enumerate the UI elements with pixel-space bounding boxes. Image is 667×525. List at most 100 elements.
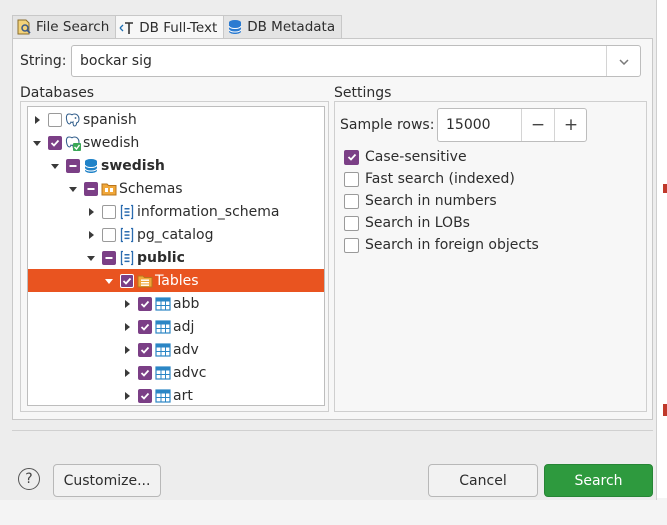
tree-node[interactable]: swedish [28,131,324,154]
tree-node-label: art [173,387,193,404]
option-checkbox[interactable] [344,149,359,165]
schema-icon [119,204,135,220]
settings-option[interactable]: Search in foreign objects [344,235,539,255]
expand-arrow-icon[interactable] [50,154,60,177]
expand-arrow-icon[interactable] [68,177,78,200]
option-label: Fast search (indexed) [365,171,515,187]
tree-node[interactable]: Tables [28,269,324,292]
expand-arrow-icon[interactable] [104,269,114,292]
tree-node-checkbox[interactable] [120,273,134,288]
schemas-folder-icon [101,181,117,197]
table-icon [155,319,171,335]
tree-node-checkbox[interactable] [84,181,98,196]
edge-marker [663,184,667,193]
string-dropdown-button[interactable] [606,46,640,76]
search-dialog: File Search DB Full-Text DB Metadata Str… [0,0,657,500]
tree-node-checkbox[interactable] [48,135,62,150]
option-checkbox[interactable] [344,237,359,253]
collapse-arrow-icon[interactable] [122,292,132,315]
option-label: Search in LOBs [365,215,470,231]
customize-label: Customize... [63,472,151,489]
tree-node-checkbox[interactable] [138,388,152,403]
tab-db-metadata[interactable]: DB Metadata [223,15,343,38]
tables-folder-icon [137,273,153,289]
tree-node[interactable]: abb [28,292,324,315]
tree-node-checkbox[interactable] [102,250,116,265]
option-checkbox[interactable] [344,215,359,231]
string-input[interactable] [72,46,606,76]
tree-node[interactable]: public [28,246,324,269]
tree-node-label: swedish [83,134,140,151]
tree-node-label: spanish [83,111,137,128]
tree-node[interactable]: spanish [28,108,324,131]
tree-node-checkbox[interactable] [138,319,152,334]
tree-node-checkbox[interactable] [102,227,116,242]
string-combobox[interactable] [71,45,641,77]
collapse-arrow-icon[interactable] [122,338,132,361]
collapse-arrow-icon[interactable] [32,108,42,131]
collapse-arrow-icon[interactable] [86,223,96,246]
tree-node[interactable]: swedish [28,154,324,177]
settings-option[interactable]: Search in LOBs [344,213,470,233]
tab-file-search[interactable]: File Search [12,15,117,38]
postgres-icon [65,112,81,128]
tab-label: DB Full-Text [139,19,218,36]
tree-node-checkbox[interactable] [48,112,62,127]
tree-node-checkbox[interactable] [66,158,80,173]
search-button[interactable]: Search [544,464,653,497]
collapse-arrow-icon[interactable] [122,384,132,405]
help-button[interactable]: ? [18,468,40,490]
tree-node[interactable]: adv [28,338,324,361]
tree-node-label: swedish [101,157,165,174]
tree-node[interactable]: pg_catalog [28,223,324,246]
decrement-button[interactable]: − [521,109,554,141]
databases-tree[interactable]: spanish swedish swedish Schemas information_… [27,106,325,406]
settings-option[interactable]: Case-sensitive [344,147,467,167]
databases-group-label: Databases [20,85,95,101]
tree-node[interactable]: art [28,384,324,405]
postgres-connected-icon [65,135,81,151]
settings-group-label: Settings [334,85,392,101]
background-window-edge [656,0,667,498]
table-icon [155,296,171,312]
customize-button[interactable]: Customize... [53,464,161,497]
tab-db-full-text[interactable]: DB Full-Text [115,15,225,39]
sample-rows-label: Sample rows: [340,117,435,133]
chevron-down-icon [618,53,629,69]
tree-node[interactable]: information_schema [28,200,324,223]
db-fulltext-icon [119,20,135,36]
tree-node[interactable]: adj [28,315,324,338]
tree-node-checkbox[interactable] [102,204,116,219]
tab-bar: File Search DB Full-Text DB Metadata [12,15,343,39]
table-icon [155,388,171,404]
expand-arrow-icon[interactable] [32,131,42,154]
tab-label: DB Metadata [247,19,336,35]
tree-node-checkbox[interactable] [138,342,152,357]
tree-node-checkbox[interactable] [138,365,152,380]
settings-option[interactable]: Fast search (indexed) [344,169,515,189]
settings-option[interactable]: Search in numbers [344,191,497,211]
increment-button[interactable]: + [554,109,587,141]
tree-node-label: information_schema [137,203,280,220]
sample-rows-input[interactable] [438,109,520,141]
option-checkbox[interactable] [344,193,359,209]
collapse-arrow-icon[interactable] [122,315,132,338]
collapse-arrow-icon[interactable] [122,361,132,384]
table-icon [155,342,171,358]
sample-rows-spinner[interactable]: − + [437,108,587,142]
collapse-arrow-icon[interactable] [86,200,96,223]
tree-node-checkbox[interactable] [138,296,152,311]
search-label: Search [574,472,623,489]
option-label: Search in numbers [365,193,497,209]
schema-icon [119,227,135,243]
schema-icon [119,250,135,266]
tree-node[interactable]: Schemas [28,177,324,200]
option-checkbox[interactable] [344,171,359,187]
expand-arrow-icon[interactable] [86,246,96,269]
file-search-icon [16,19,32,35]
cancel-button[interactable]: Cancel [428,464,538,497]
tree-node-label: Schemas [119,180,183,197]
tree-node[interactable]: advc [28,361,324,384]
cancel-label: Cancel [459,472,507,489]
tree-node-label: advc [173,364,207,381]
